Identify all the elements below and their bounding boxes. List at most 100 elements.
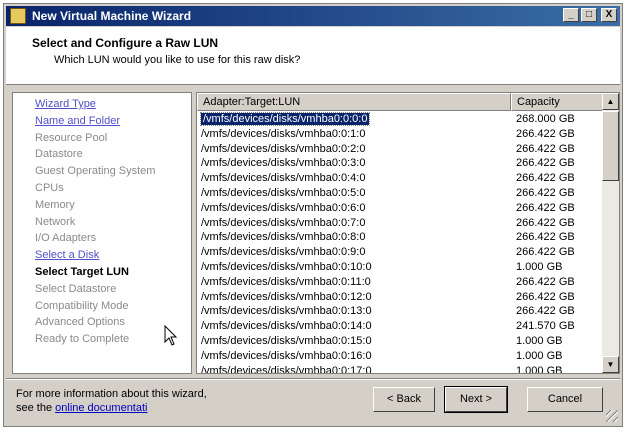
- minimize-button[interactable]: _: [563, 8, 579, 22]
- lun-table-body: /vmfs/devices/disks/vmhba0:0:0:0 268.000 …: [197, 112, 603, 374]
- lun-path-cell: /vmfs/devices/disks/vmhba0:0:16:0: [197, 349, 511, 364]
- lun-capacity: 266.422 GB: [516, 231, 575, 244]
- table-row[interactable]: /vmfs/devices/disks/vmhba0:0:1:0 266.422 …: [197, 127, 603, 142]
- lun-capacity: 266.422 GB: [516, 305, 575, 318]
- lun-capacity: 266.422 GB: [516, 201, 575, 214]
- wizard-step: Compatibility Mode: [35, 299, 129, 312]
- table-row[interactable]: /vmfs/devices/disks/vmhba0:0:14:0 241.570…: [197, 319, 603, 334]
- maximize-button[interactable]: □: [581, 8, 597, 22]
- wizard-header: Select and Configure a Raw LUN Which LUN…: [6, 27, 620, 85]
- cancel-button[interactable]: Cancel: [527, 387, 603, 412]
- lun-capacity: 266.422 GB: [516, 216, 575, 229]
- table-row[interactable]: /vmfs/devices/disks/vmhba0:0:16:0 1.000 G…: [197, 349, 603, 364]
- vertical-scrollbar[interactable]: ▲ ▼: [602, 93, 619, 373]
- lun-capacity: 241.570 GB: [516, 320, 575, 333]
- lun-path-cell: /vmfs/devices/disks/vmhba0:0:13:0: [197, 304, 511, 319]
- table-row[interactable]: /vmfs/devices/disks/vmhba0:0:6:0 266.422 …: [197, 201, 603, 216]
- table-row[interactable]: /vmfs/devices/disks/vmhba0:0:15:0 1.000 G…: [197, 334, 603, 349]
- wizard-step: Network: [35, 215, 76, 228]
- back-button[interactable]: < Back: [373, 387, 435, 412]
- window-controls: _ □ X: [563, 8, 617, 22]
- lun-path: /vmfs/devices/disks/vmhba0:0:2:0: [201, 142, 366, 155]
- table-row[interactable]: /vmfs/devices/disks/vmhba0:0:2:0 266.422 …: [197, 142, 603, 157]
- table-row[interactable]: /vmfs/devices/disks/vmhba0:0:3:0 266.422 …: [197, 156, 603, 171]
- close-button[interactable]: X: [601, 8, 617, 22]
- table-row[interactable]: /vmfs/devices/disks/vmhba0:0:10:0 1.000 G…: [197, 260, 603, 275]
- scroll-thumb[interactable]: [602, 111, 619, 181]
- wizard-step: CPUs: [35, 182, 64, 194]
- scroll-up-button[interactable]: ▲: [602, 93, 619, 110]
- lun-path-cell: /vmfs/devices/disks/vmhba0:0:4:0: [197, 171, 511, 186]
- table-row[interactable]: /vmfs/devices/disks/vmhba0:0:11:0 266.422…: [197, 275, 603, 290]
- lun-capacity: 266.422 GB: [516, 172, 575, 185]
- lun-capacity: 268.000 GB: [516, 113, 575, 125]
- lun-path: /vmfs/devices/disks/vmhba0:0:13:0: [201, 305, 372, 318]
- table-row[interactable]: /vmfs/devices/disks/vmhba0:0:17:0 1.000 G…: [197, 364, 603, 374]
- wizard-step: Select Datastore: [35, 282, 117, 295]
- wizard-step[interactable]: Wizard Type: [35, 98, 96, 110]
- lun-capacity: 1.000 GB: [516, 334, 563, 347]
- lun-path: /vmfs/devices/disks/vmhba0:0:17:0: [201, 364, 372, 374]
- lun-path: /vmfs/devices/disks/vmhba0:0:0:0: [199, 112, 371, 126]
- wizard-step[interactable]: Select a Disk: [35, 249, 99, 261]
- lun-path-cell: /vmfs/devices/disks/vmhba0:0:9:0: [197, 245, 511, 260]
- lun-path-cell: /vmfs/devices/disks/vmhba0:0:5:0: [197, 186, 511, 201]
- wizard-step[interactable]: Name and Folder: [35, 115, 120, 127]
- lun-path-cell: /vmfs/devices/disks/vmhba0:0:11:0: [197, 275, 511, 290]
- lun-capacity: 266.422 GB: [516, 142, 575, 155]
- wizard-step: Datastore: [35, 148, 83, 161]
- scroll-down-button[interactable]: ▼: [602, 356, 619, 373]
- lun-path-cell: /vmfs/devices/disks/vmhba0:0:3:0: [197, 156, 511, 171]
- lun-capacity: 266.422 GB: [516, 157, 575, 170]
- wizard-step: Advanced Options: [35, 316, 125, 329]
- lun-path: /vmfs/devices/disks/vmhba0:0:8:0: [201, 231, 366, 244]
- lun-path: /vmfs/devices/disks/vmhba0:0:11:0: [201, 275, 371, 288]
- table-row[interactable]: /vmfs/devices/disks/vmhba0:0:0:0 268.000 …: [197, 112, 603, 127]
- lun-path: /vmfs/devices/disks/vmhba0:0:15:0: [201, 334, 372, 347]
- lun-path-cell: /vmfs/devices/disks/vmhba0:0:0:0: [197, 112, 511, 127]
- lun-path: /vmfs/devices/disks/vmhba0:0:6:0: [201, 201, 366, 214]
- lun-capacity: 1.000 GB: [516, 260, 563, 273]
- table-row[interactable]: /vmfs/devices/disks/vmhba0:0:13:0 266.422…: [197, 304, 603, 319]
- mouse-pointer-icon: [164, 325, 178, 346]
- page-subtitle: Which LUN would you like to use for this…: [54, 54, 301, 66]
- page-title: Select and Configure a Raw LUN: [32, 36, 219, 50]
- lun-path-cell: /vmfs/devices/disks/vmhba0:0:1:0: [197, 127, 511, 142]
- next-button[interactable]: Next >: [444, 386, 508, 413]
- wizard-step: Guest Operating System: [35, 165, 156, 178]
- lun-path: /vmfs/devices/disks/vmhba0:0:4:0: [201, 172, 366, 185]
- lun-path: /vmfs/devices/disks/vmhba0:0:1:0: [201, 127, 366, 140]
- lun-path-cell: /vmfs/devices/disks/vmhba0:0:15:0: [197, 334, 511, 349]
- resize-grip[interactable]: [606, 410, 618, 422]
- table-row[interactable]: /vmfs/devices/disks/vmhba0:0:7:0 266.422 …: [197, 216, 603, 231]
- lun-capacity: 266.422 GB: [516, 246, 575, 259]
- wizard-window: New Virtual Machine Wizard _ □ X Select …: [3, 3, 623, 427]
- table-row[interactable]: /vmfs/devices/disks/vmhba0:0:12:0 266.422…: [197, 290, 603, 305]
- lun-path: /vmfs/devices/disks/vmhba0:0:14:0: [201, 320, 372, 333]
- lun-capacity: 1.000 GB: [516, 364, 563, 374]
- lun-capacity: 266.422 GB: [516, 275, 575, 288]
- table-row[interactable]: /vmfs/devices/disks/vmhba0:0:9:0 266.422 …: [197, 245, 603, 260]
- wizard-step: Memory: [35, 198, 75, 211]
- lun-path: /vmfs/devices/disks/vmhba0:0:7:0: [201, 216, 366, 229]
- lun-capacity: 266.422 GB: [516, 186, 575, 199]
- lun-path: /vmfs/devices/disks/vmhba0:0:9:0: [201, 246, 366, 259]
- table-row[interactable]: /vmfs/devices/disks/vmhba0:0:4:0 266.422 …: [197, 171, 603, 186]
- lun-capacity: 266.422 GB: [516, 290, 575, 303]
- lun-capacity: 266.422 GB: [516, 127, 575, 140]
- lun-path: /vmfs/devices/disks/vmhba0:0:5:0: [201, 186, 366, 199]
- table-row[interactable]: /vmfs/devices/disks/vmhba0:0:5:0 266.422 …: [197, 186, 603, 201]
- lun-table-header: Adapter:Target:LUN Capacity: [197, 93, 603, 111]
- lun-path: /vmfs/devices/disks/vmhba0:0:12:0: [201, 290, 372, 303]
- lun-path-cell: /vmfs/devices/disks/vmhba0:0:8:0: [197, 230, 511, 245]
- lun-path: /vmfs/devices/disks/vmhba0:0:10:0: [201, 260, 372, 273]
- wizard-step: I/O Adapters: [35, 232, 97, 245]
- title-bar[interactable]: New Virtual Machine Wizard _ □ X: [6, 6, 620, 26]
- lun-path-cell: /vmfs/devices/disks/vmhba0:0:6:0: [197, 201, 511, 216]
- lun-path: /vmfs/devices/disks/vmhba0:0:16:0: [201, 349, 372, 362]
- column-header-capacity[interactable]: Capacity: [511, 93, 603, 111]
- wizard-step: Select Target LUN: [35, 266, 129, 278]
- online-documentation-link[interactable]: online documentati: [55, 402, 147, 414]
- column-header-adapter-target-lun[interactable]: Adapter:Target:LUN: [197, 93, 511, 111]
- table-row[interactable]: /vmfs/devices/disks/vmhba0:0:8:0 266.422 …: [197, 230, 603, 245]
